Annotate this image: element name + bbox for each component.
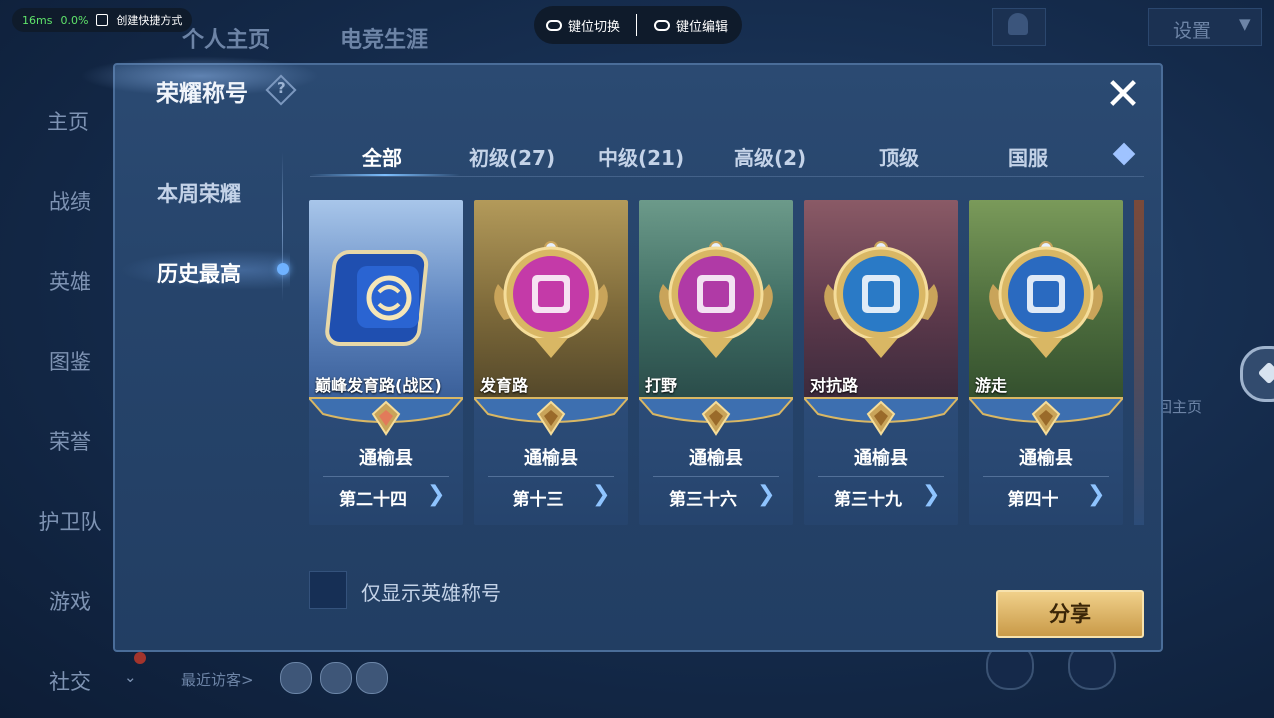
card-rank: 第三十六: [669, 490, 737, 510]
title-card[interactable]: 对抗路通榆县第三十九 ❯: [804, 200, 958, 525]
key-switch-label: 键位切换: [568, 20, 621, 35]
card-separator: [818, 476, 944, 477]
bg-settings-label: 设置: [1173, 20, 1212, 42]
card-artwork: [969, 200, 1123, 398]
chevron-down-icon: ⌄: [124, 668, 137, 686]
key-edit-button[interactable]: 键位编辑: [654, 16, 728, 35]
title-card[interactable]: 游走通榆县第四十 ❯: [969, 200, 1123, 525]
card-separator: [983, 476, 1109, 477]
bg-tab-esports: 电竞生涯: [340, 28, 429, 53]
notification-dot: [134, 652, 146, 664]
position-medal-icon: [824, 241, 938, 358]
title-card[interactable]: 巅峰发育路(战区) 通榆县第二十四 ❯: [309, 200, 463, 525]
latency-readout: 16ms: [22, 13, 53, 27]
tab-junior[interactable]: 初级(27): [469, 142, 555, 171]
bg-side-float-button: [1240, 346, 1274, 402]
question-mark-icon: ?: [277, 79, 286, 97]
gamepad-icon: [546, 20, 562, 31]
card-region: 通榆县: [1019, 448, 1073, 469]
key-switch-button[interactable]: 键位切换: [546, 16, 620, 35]
card-rank: 第四十: [1007, 490, 1059, 510]
rank-ribbon-icon: [969, 397, 1123, 436]
rank-ribbon-icon: [804, 397, 958, 436]
rank-ribbon-icon: [639, 397, 793, 436]
chevron-right-icon[interactable]: ❯: [1087, 482, 1105, 507]
next-card-peek: [1134, 200, 1144, 525]
visitor-avatar: [320, 662, 352, 694]
side-divider: [282, 152, 283, 302]
card-title-name: 游走: [975, 376, 1008, 395]
chevron-right-icon[interactable]: ❯: [592, 482, 610, 507]
side-tab-this-week[interactable]: 本周荣耀: [157, 178, 241, 208]
tab-all[interactable]: 全部: [362, 142, 402, 171]
card-separator: [323, 476, 449, 477]
keybar-separator: [636, 14, 637, 36]
chevron-right-icon[interactable]: ❯: [922, 482, 940, 507]
create-shortcut-link[interactable]: 创建快捷方式: [116, 12, 182, 28]
gem-icon: [1257, 361, 1274, 385]
hero-titles-only-checkbox[interactable]: [309, 571, 347, 609]
bg-home-link: 回主页: [1157, 398, 1203, 416]
share-button[interactable]: 分享: [996, 590, 1144, 638]
tab-senior[interactable]: 高级(2): [734, 142, 806, 171]
active-tab-underline: [310, 174, 460, 176]
key-edit-label: 键位编辑: [676, 20, 729, 35]
card-title-name: 发育路: [480, 376, 529, 395]
shortcut-icon: [96, 14, 109, 26]
cpu-readout: 0.0%: [60, 13, 89, 27]
bg-tab-profile: 个人主页: [182, 28, 271, 53]
position-medal-icon: [494, 241, 608, 358]
card-separator: [488, 476, 614, 477]
card-rank: 第三十九: [834, 490, 902, 510]
side-tab-history-best[interactable]: 历史最高: [157, 258, 241, 288]
bg-nav-social: 社交: [49, 670, 91, 694]
side-tab-indicator: [277, 263, 289, 275]
bg-recent-visitors: 最近访客>: [181, 671, 254, 689]
tab-national[interactable]: 国服: [1008, 142, 1048, 171]
card-artwork: [804, 200, 958, 398]
chevron-down-icon: ▼: [1239, 15, 1251, 33]
bg-settings-button: 设置 ▼: [1148, 8, 1262, 46]
card-region: 通榆县: [524, 448, 578, 469]
card-region: 通榆县: [359, 448, 413, 469]
gamepad-icon: [654, 20, 670, 31]
card-title-name: 巅峰发育路(战区): [315, 376, 442, 395]
position-medal-icon: [989, 241, 1103, 358]
title-card[interactable]: 发育路通榆县第十三 ❯: [474, 200, 628, 525]
card-rank: 第二十四: [339, 490, 407, 510]
card-region: 通榆县: [689, 448, 743, 469]
hero-titles-only-label: 仅显示英雄称号: [361, 581, 501, 605]
card-region: 通榆县: [854, 448, 908, 469]
card-artwork: [474, 200, 628, 398]
bell-icon: [1008, 13, 1028, 35]
card-rank: 第十三: [512, 490, 564, 510]
peak-season-badge-icon: [325, 250, 429, 346]
chevron-right-icon[interactable]: ❯: [757, 482, 775, 507]
rank-ribbon-icon: [309, 397, 463, 436]
card-title-name: 打野: [645, 376, 678, 395]
card-separator: [653, 476, 779, 477]
visitor-avatar: [356, 662, 388, 694]
tab-middle[interactable]: 中级(21): [598, 142, 684, 171]
visitor-avatar: [280, 662, 312, 694]
position-medal-icon: [659, 241, 773, 358]
chevron-right-icon[interactable]: ❯: [427, 482, 445, 507]
rank-ribbon-icon: [474, 397, 628, 436]
title-card[interactable]: 打野通榆县第三十六 ❯: [639, 200, 793, 525]
key-mapping-bar: 键位切换 键位编辑: [534, 6, 742, 44]
perf-overlay: 16ms 0.0% 创建快捷方式: [12, 8, 193, 32]
tab-top[interactable]: 顶级: [879, 142, 919, 171]
dialog-title: 荣耀称号: [156, 81, 248, 107]
close-button[interactable]: ✕: [1100, 72, 1146, 118]
tab-divider: [310, 176, 1144, 177]
card-title-name: 对抗路: [810, 376, 859, 395]
card-artwork: [309, 200, 463, 398]
card-artwork: [639, 200, 793, 398]
